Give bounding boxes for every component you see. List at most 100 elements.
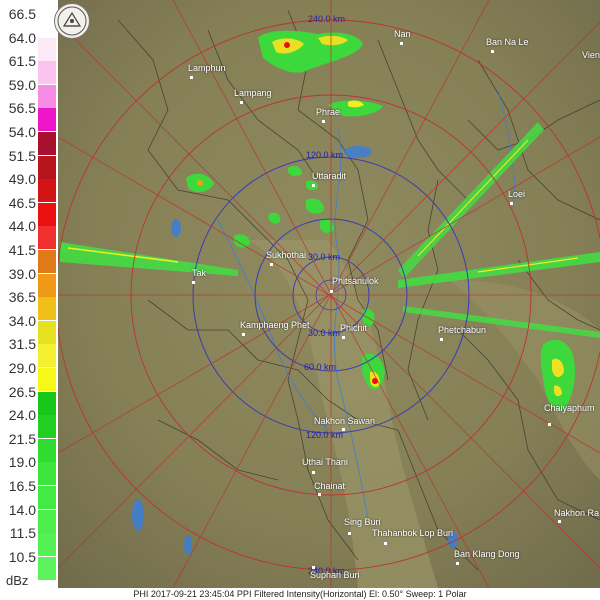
legend-value: 39.0: [8, 265, 36, 282]
city-dot: [348, 532, 351, 535]
agency-logo: [54, 3, 90, 39]
legend-swatch: [38, 273, 56, 297]
legend-swatch: [38, 415, 56, 439]
legend-swatch: [38, 108, 56, 132]
legend-swatch: [38, 250, 56, 273]
city-phetchabun: Phetchabun: [438, 325, 487, 335]
city-dot: [270, 263, 273, 266]
legend-value: 11.5: [9, 525, 36, 542]
legend-value: 24.0: [8, 407, 36, 424]
city-dot: [242, 333, 245, 336]
legend-value: 16.5: [8, 478, 36, 494]
legend-swatch: [38, 155, 56, 179]
city-ban-klang-dong: Ban Klang Dong: [454, 549, 520, 559]
legend-swatch: [38, 202, 56, 226]
city-sing-buri: Sing Buri: [344, 517, 381, 527]
legend-swatch: [38, 84, 56, 108]
legend-value: 21.5: [8, 430, 36, 447]
radar-map[interactable]: 240.0 km 120.0 km 30.0 km 30.0 km 60.0 k…: [58, 0, 600, 588]
city-dot: [440, 338, 443, 341]
legend-value: 41.5: [8, 242, 36, 258]
ring-label-30b: 30.0 km: [308, 328, 341, 338]
legend-swatch: [38, 486, 56, 509]
ring-label-120b: 120.0 km: [306, 430, 344, 440]
legend-value: 64.0: [8, 29, 36, 46]
legend-swatch: [38, 438, 56, 462]
legend-value: 29.0: [8, 360, 36, 376]
city-dot: [312, 566, 315, 569]
city-dot: [384, 542, 387, 545]
city-lampang: Lampang: [234, 88, 272, 98]
legend-swatch: [38, 509, 56, 533]
city-suphan-buri: Suphan Buri: [310, 570, 360, 580]
ring-label-30: 30.0 km: [308, 252, 341, 262]
city-dot: [192, 281, 195, 284]
city-dot: [190, 76, 193, 79]
legend-value: 31.5: [8, 336, 36, 353]
legend-swatch: [38, 320, 56, 344]
legend-swatch: [38, 179, 56, 203]
legend-value: 54.0: [8, 124, 36, 140]
city-dot: [558, 520, 561, 523]
ring-label-120: 120.0 km: [306, 150, 344, 160]
legend-swatch: [38, 297, 56, 321]
legend-swatch: [38, 226, 56, 250]
city-dot: [342, 428, 345, 431]
city-chaiyaphum: Chaiyaphum: [544, 403, 595, 413]
city-thahanbok-lop-buri: Thahanbok Lop Buri: [372, 528, 454, 538]
legend-value: 66.5: [8, 6, 36, 22]
city-nakhon-ra: Nakhon Ra: [554, 508, 600, 518]
city-uttaradit: Uttaradit: [312, 171, 347, 181]
legend-swatch: [38, 533, 56, 557]
legend-swatch: [38, 556, 56, 580]
legend-swatch: [38, 344, 56, 368]
legend-value: 44.0: [8, 218, 36, 235]
city-dot: [400, 42, 403, 45]
city-dot: [491, 50, 494, 53]
legend-value: 46.5: [8, 194, 36, 211]
legend-value: 51.5: [8, 147, 36, 164]
city-kamphaeng-phet: Kamphaeng Phet: [240, 320, 310, 330]
footer-status: PHI 2017-09-21 23:45:04 PPI Filtered Int…: [0, 588, 600, 600]
legend-swatch: [38, 462, 56, 486]
legend-value: 14.0: [8, 501, 36, 518]
ring-label-60: 60.0 km: [304, 362, 337, 372]
city-chainat: Chainat: [314, 481, 346, 491]
ring-label-240: 240.0 km: [308, 14, 346, 24]
city-dot: [510, 202, 513, 205]
city-dot: [240, 101, 243, 104]
city-dot: [322, 120, 325, 123]
city-dot: [342, 336, 345, 339]
city-vien: Vien: [582, 50, 600, 60]
legend-swatch: [38, 391, 56, 415]
city-phitsanulok: Phitsanulok: [332, 276, 379, 286]
legend-swatch: [38, 132, 56, 155]
city-tak: Tak: [192, 268, 207, 278]
city-dot: [318, 493, 321, 496]
legend-swatch: [38, 368, 56, 391]
city-phrae: Phrae: [316, 107, 341, 117]
city-dot: [548, 423, 551, 426]
legend-value: 59.0: [8, 76, 36, 93]
city-uthai-thani: Uthai Thani: [302, 457, 348, 467]
legend-swatch: [38, 61, 56, 85]
legend-unit: dBz: [6, 573, 29, 588]
legend-value: 19.0: [8, 454, 36, 471]
city-nakhon-sawan: Nakhon Sawan: [314, 416, 376, 426]
city-ban-na-le: Ban Na Le: [486, 37, 529, 47]
legend-value: 36.5: [8, 289, 36, 306]
city-sukhothai: Sukhothai: [266, 250, 307, 260]
legend-value: 49.0: [8, 171, 36, 188]
legend-value: 34.0: [8, 312, 36, 329]
city-phichit: Phichit: [340, 323, 368, 333]
city-dot: [330, 290, 333, 293]
legend-value: 61.5: [8, 53, 36, 70]
color-legend: 66.5 64.0 61.5 59.0 56.5 54.0 51.5 49.0 46.5 44.0…: [0, 0, 58, 600]
legend-swatch: [38, 37, 56, 61]
city-lamphun: Lamphun: [188, 63, 226, 73]
radar-overlay: [58, 0, 600, 588]
legend-value: 10.5: [8, 548, 36, 565]
city-dot: [312, 184, 315, 187]
city-nan: Nan: [394, 29, 411, 39]
city-dot: [312, 471, 315, 474]
